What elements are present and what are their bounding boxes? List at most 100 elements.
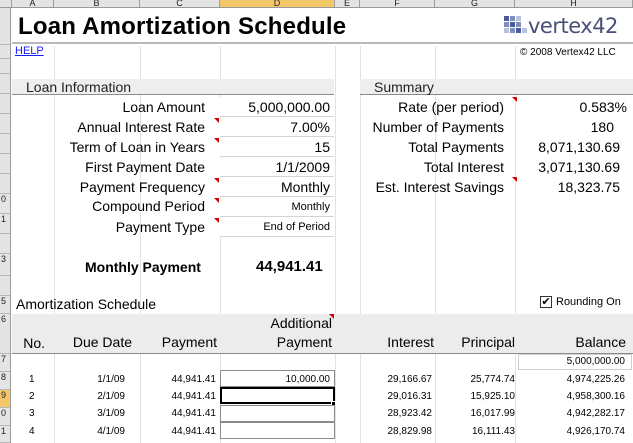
vertex42-logo: vertex42: [502, 14, 624, 40]
row-no: 3: [29, 408, 35, 419]
compound-period-select[interactable]: Monthly: [220, 198, 334, 217]
row-principal: 25,774.74: [470, 374, 516, 385]
row-header[interactable]: [0, 74, 10, 94]
column-header-a[interactable]: A: [12, 0, 54, 7]
header-additional-payment: Payment: [276, 334, 332, 350]
loan-info-header: Loan Information: [12, 79, 334, 95]
comment-marker[interactable]: [214, 138, 219, 143]
header-due-date: Due Date: [72, 334, 132, 350]
total-payments-label: Total Payments: [408, 139, 504, 155]
monthly-payment-value: 44,941.41: [256, 258, 323, 275]
row-additional: 10,000.00: [285, 374, 331, 385]
row-header[interactable]: [0, 134, 10, 154]
first-payment-date-label: First Payment Date: [85, 159, 205, 175]
row-payment: 44,941.41: [171, 391, 217, 402]
row-header[interactable]: 3: [0, 254, 10, 276]
row-payment: 44,941.41: [171, 408, 217, 419]
row-header[interactable]: 0: [0, 194, 10, 214]
starting-balance-value: 5,000,000.00: [566, 356, 625, 367]
column-header-b[interactable]: B: [54, 0, 140, 7]
loan-amount-input[interactable]: 5,000,000.00: [220, 98, 334, 117]
row-header[interactable]: [0, 45, 10, 59]
header-principal: Principal: [461, 334, 515, 350]
row-balance: 4,942,282.17: [566, 408, 625, 419]
row-balance: 4,958,300.16: [566, 391, 625, 402]
interest-savings-value: 18,323.75: [557, 179, 620, 195]
comment-marker[interactable]: [214, 218, 219, 223]
row-date: 2/1/09: [97, 391, 125, 402]
row-header[interactable]: [0, 59, 10, 74]
row-date: 1/1/09: [97, 374, 125, 385]
comment-marker[interactable]: [512, 97, 517, 102]
payment-frequency-select[interactable]: Monthly: [220, 178, 334, 197]
interest-rate-input[interactable]: 7.00%: [220, 118, 334, 137]
row-date: 4/1/09: [97, 426, 125, 437]
row-no: 2: [29, 391, 35, 402]
comment-marker[interactable]: [214, 118, 219, 123]
additional-payment-input[interactable]: [220, 422, 335, 439]
additional-payment-input-active[interactable]: [220, 387, 335, 404]
term-years-input[interactable]: 15: [220, 138, 334, 157]
row-header[interactable]: [0, 234, 10, 254]
row-header[interactable]: 6: [0, 314, 10, 354]
row-header[interactable]: 5: [0, 296, 10, 314]
row-payment: 44,941.41: [171, 374, 217, 385]
column-header-h[interactable]: H: [515, 0, 633, 7]
help-link[interactable]: HELP: [15, 45, 44, 57]
row-interest: 28,829.98: [387, 426, 433, 437]
row-interest: 28,923.42: [387, 408, 433, 419]
rate-per-period-label: Rate (per period): [398, 99, 504, 115]
row-header[interactable]: [0, 276, 10, 296]
grid-line: [335, 46, 336, 443]
column-header-g[interactable]: G: [435, 0, 515, 7]
number-of-payments-label: Number of Payments: [372, 119, 505, 135]
row-interest: 29,016.31: [387, 391, 433, 402]
row-header-selected[interactable]: 9: [0, 390, 10, 408]
row-header[interactable]: [0, 174, 10, 194]
rounding-label: Rounding On: [556, 296, 621, 308]
summary-title: Summary: [374, 79, 434, 95]
column-header-c[interactable]: C: [140, 0, 220, 7]
comment-marker[interactable]: [214, 178, 219, 183]
row-header[interactable]: 7: [0, 354, 10, 372]
column-header-e[interactable]: E: [335, 0, 360, 7]
loan-info-title: Loan Information: [26, 79, 132, 95]
comment-marker[interactable]: [512, 177, 517, 182]
payment-frequency-label: Payment Frequency: [79, 179, 205, 195]
first-payment-date-input[interactable]: 1/1/2009: [220, 158, 334, 177]
row-header[interactable]: 0: [0, 408, 10, 426]
row-balance: 4,926,170.74: [566, 426, 625, 437]
grid-line: [54, 46, 55, 443]
row-header[interactable]: 8: [0, 372, 10, 390]
spreadsheet: A B C D E F G H 0 1 3 5 6 7 8 9 0 1 Loan…: [0, 0, 633, 443]
schedule-title: Amortization Schedule: [16, 296, 157, 312]
loan-amount-label: Loan Amount: [122, 99, 205, 115]
comment-marker[interactable]: [214, 198, 219, 203]
column-header-d[interactable]: D: [220, 0, 335, 7]
total-interest-label: Total Interest: [423, 159, 504, 175]
header-no: No.: [23, 335, 45, 351]
checkmark-icon: ✔: [541, 296, 551, 308]
row-header[interactable]: [0, 154, 10, 174]
copyright-text: © 2008 Vertex42 LLC: [520, 47, 616, 58]
row-header[interactable]: [0, 114, 10, 134]
row-header[interactable]: [0, 8, 10, 45]
column-header-f[interactable]: F: [360, 0, 435, 7]
row-principal: 15,925.10: [470, 391, 516, 402]
rounding-checkbox[interactable]: ✔: [540, 296, 552, 308]
row-header[interactable]: 1: [0, 214, 10, 234]
logo-wordmark: vertex42: [528, 14, 618, 38]
column-header-bar: A B C D E F G H: [0, 0, 633, 8]
row-balance: 4,974,225.26: [566, 374, 625, 385]
term-years-label: Term of Loan in Years: [69, 139, 205, 155]
row-principal: 16,017.99: [470, 408, 516, 419]
row-header[interactable]: 1: [0, 426, 10, 443]
interest-savings-label: Est. Interest Savings: [375, 179, 504, 195]
row-header[interactable]: [0, 94, 10, 114]
row-header-bar: 0 1 3 5 6 7 8 9 0 1: [0, 8, 11, 443]
additional-payment-input[interactable]: [220, 405, 335, 422]
row-date: 3/1/09: [97, 408, 125, 419]
select-all-corner[interactable]: [0, 0, 12, 7]
payment-type-select[interactable]: End of Period: [220, 218, 334, 237]
row-payment: 44,941.41: [171, 426, 217, 437]
